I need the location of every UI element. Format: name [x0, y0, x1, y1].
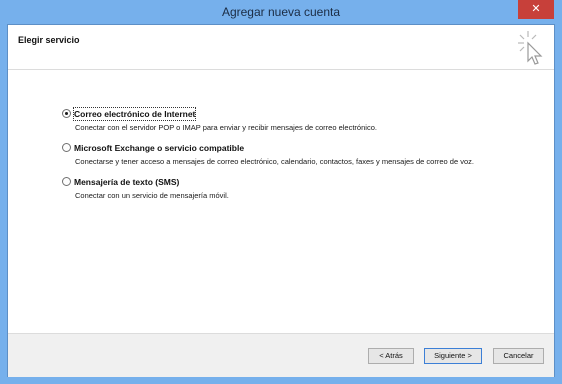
window-title: Agregar nueva cuenta — [221, 5, 341, 19]
wizard-footer: < Atrás Siguiente > Cancelar — [8, 333, 554, 377]
option-label[interactable]: Mensajería de texto (SMS) — [74, 176, 179, 188]
radio-internet-email[interactable] — [62, 109, 71, 118]
back-button[interactable]: < Atrás — [368, 348, 414, 364]
radio-sms[interactable] — [62, 177, 71, 186]
page-title: Elegir servicio — [18, 35, 80, 45]
option-description: Conectar con el servidor POP o IMAP para… — [75, 123, 377, 132]
wizard-header: Elegir servicio — [8, 25, 554, 70]
option-label[interactable]: Microsoft Exchange o servicio compatible — [74, 142, 244, 154]
radio-exchange[interactable] — [62, 143, 71, 152]
service-options: Correo electrónico de Internet Conectar … — [8, 70, 554, 333]
title-bar[interactable]: Agregar nueva cuenta ✕ — [0, 0, 562, 24]
cancel-button[interactable]: Cancelar — [493, 348, 544, 364]
option-description: Conectarse y tener acceso a mensajes de … — [75, 157, 474, 166]
cursor-click-icon — [518, 31, 543, 65]
next-button[interactable]: Siguiente > — [424, 348, 482, 364]
option-description: Conectar con un servicio de mensajería m… — [75, 191, 229, 200]
close-button[interactable]: ✕ — [518, 0, 554, 19]
add-account-dialog: Agregar nueva cuenta ✕ Elegir servicio C… — [0, 0, 562, 384]
dialog-client-area: Elegir servicio Correo electrónico de In… — [7, 24, 555, 377]
option-label[interactable]: Correo electrónico de Internet — [72, 107, 197, 121]
